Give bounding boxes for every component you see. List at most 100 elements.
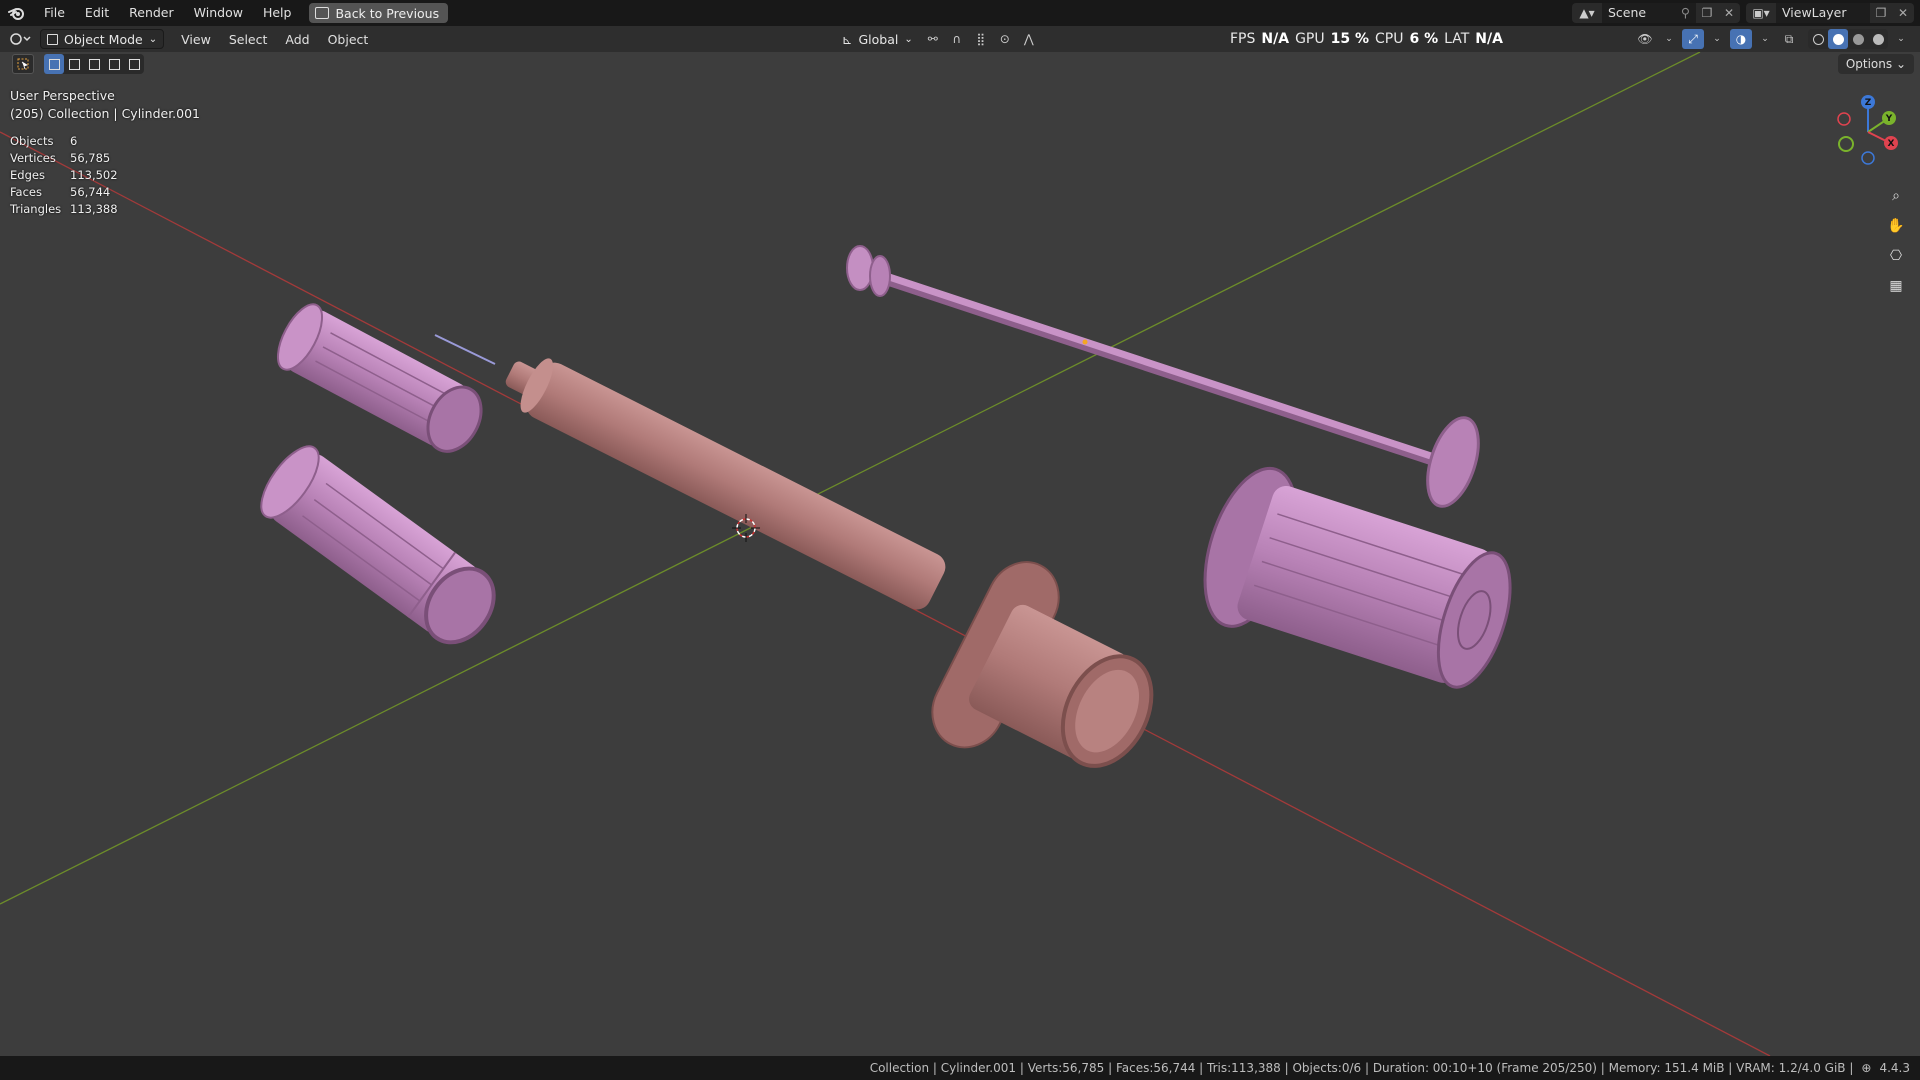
menu-render[interactable]: Render	[119, 0, 184, 26]
view-layer-selector[interactable]: ▣▾ ViewLayer ❐ ✕	[1746, 3, 1914, 23]
orientation-icon: ⊾	[842, 31, 853, 47]
grid-view-icon[interactable]: ▦	[1882, 272, 1910, 300]
cap-part-upper[interactable]	[269, 298, 493, 463]
new-scene-icon[interactable]: ❐	[1696, 3, 1718, 23]
screen-icon	[315, 7, 330, 19]
performance-overlay: FPS N/A GPU 15 % CPU 6 % LAT N/A	[1230, 26, 1503, 52]
cpu-label: CPU	[1375, 31, 1404, 47]
delete-view-layer-icon[interactable]: ✕	[1892, 3, 1914, 23]
viewport-info: User Perspective (205) Collection | Cyli…	[10, 87, 200, 123]
new-view-layer-icon[interactable]: ❐	[1870, 3, 1892, 23]
xray-toggle-icon[interactable]: ⧉	[1778, 29, 1800, 49]
view-layer-icon: ▣▾	[1752, 6, 1770, 20]
delete-scene-icon[interactable]: ✕	[1718, 3, 1740, 23]
zoom-icon[interactable]: ⌕	[1882, 182, 1910, 210]
shading-modes	[1808, 29, 1888, 49]
select-subtract-icon[interactable]	[84, 54, 104, 74]
visibility-icon[interactable]: 👁	[1634, 29, 1656, 49]
chevron-down-icon[interactable]: ⌄	[1754, 29, 1776, 49]
stat-value: 56,744	[70, 184, 111, 199]
stat-label: Triangles	[10, 201, 62, 216]
scene-selector[interactable]: ▲▾ Scene ⚲ ❐ ✕	[1572, 3, 1740, 23]
lat-value: N/A	[1475, 31, 1503, 47]
cap-part-lower[interactable]	[251, 437, 509, 657]
camera-view-icon[interactable]: ⎔	[1882, 242, 1910, 270]
menu-object[interactable]: Object	[319, 32, 378, 47]
gizmo-toggle-icon[interactable]: ⤢	[1682, 29, 1704, 49]
options-button[interactable]: Options ⌄	[1837, 54, 1914, 74]
material-shading-icon[interactable]	[1848, 29, 1868, 49]
back-to-previous-button[interactable]: Back to Previous	[309, 3, 449, 23]
select-intersect-icon[interactable]	[124, 54, 144, 74]
stat-label: Vertices	[10, 150, 56, 165]
select-extend-icon[interactable]	[64, 54, 84, 74]
lat-label: LAT	[1444, 31, 1470, 47]
stat-row: Edges 113,502	[10, 166, 118, 183]
pin-icon[interactable]: ⚲	[1681, 3, 1690, 23]
scene-canvas[interactable]	[0, 52, 1920, 1056]
menu-help[interactable]: Help	[253, 0, 302, 26]
select-invert-icon[interactable]	[104, 54, 124, 74]
stat-row: Vertices 56,785	[10, 149, 118, 166]
menu-select[interactable]: Select	[220, 32, 277, 47]
active-object-context: (205) Collection | Cylinder.001	[10, 106, 201, 121]
syringe-barrel[interactable]	[496, 345, 1187, 818]
pivot-point-icon[interactable]: ⚯	[923, 29, 943, 49]
select-new-icon[interactable]	[44, 54, 64, 74]
fps-value: N/A	[1261, 31, 1290, 47]
status-text: Collection | Cylinder.001 | Verts:56,785…	[869, 1061, 1854, 1075]
menu-view[interactable]: View	[172, 32, 220, 47]
stat-value: 113,388	[70, 201, 118, 216]
view-name: User Perspective	[10, 88, 115, 103]
pan-hand-icon[interactable]: ✋	[1882, 212, 1910, 240]
needle[interactable]	[434, 334, 496, 365]
snap-icon[interactable]: ∩	[947, 29, 967, 49]
mode-label: Object Mode	[64, 31, 143, 47]
blender-logo-icon[interactable]	[0, 0, 34, 26]
mode-select[interactable]: Object Mode ⌄	[40, 29, 165, 49]
cpu-value: 6 %	[1409, 31, 1439, 47]
chevron-down-icon[interactable]: ⌄	[1658, 29, 1680, 49]
plunger-rod[interactable]	[846, 245, 1488, 513]
navigation-gizmo[interactable]: Z Y X	[1828, 92, 1908, 172]
fps-label: FPS	[1230, 31, 1256, 47]
select-box-tool-icon[interactable]	[12, 54, 34, 74]
gizmo-z-label: Z	[1865, 98, 1872, 108]
menu-file[interactable]: File	[34, 0, 75, 26]
stat-label: Faces	[10, 184, 42, 199]
orientation-label: Global	[858, 31, 899, 47]
gizmo-y-label: Y	[1885, 114, 1893, 124]
rendered-shading-icon[interactable]	[1868, 29, 1888, 49]
chevron-down-icon: ⌄	[904, 33, 913, 45]
menu-edit[interactable]: Edit	[75, 0, 119, 26]
overlays-toggle-icon[interactable]: ◑	[1730, 29, 1752, 49]
snap-target-icon[interactable]: ⣿	[971, 29, 991, 49]
falloff-icon[interactable]: ⋀	[1019, 29, 1039, 49]
plunger-head[interactable]	[1187, 457, 1528, 707]
view-layer-name: ViewLayer	[1782, 5, 1847, 20]
editor-type-icon[interactable]	[0, 28, 40, 50]
stat-row: Faces 56,744	[10, 183, 118, 200]
orientation-select[interactable]: ⊾ Global ⌄	[836, 29, 919, 49]
viewport-header: Object Mode ⌄ View Select Add Object ⊾ G…	[0, 26, 1920, 52]
chevron-down-icon[interactable]: ⌄	[1706, 29, 1728, 49]
top-menu-bar: File Edit Render Window Help Back to Pre…	[0, 0, 1920, 26]
solid-shading-icon[interactable]	[1828, 29, 1848, 49]
chevron-down-icon: ⌄	[148, 33, 158, 45]
view-layer-field[interactable]: ViewLayer	[1776, 3, 1870, 23]
menu-add[interactable]: Add	[276, 32, 318, 47]
3d-viewport[interactable]: User Perspective (205) Collection | Cyli…	[0, 52, 1920, 1056]
scene-name-field[interactable]: Scene ⚲	[1602, 3, 1696, 23]
menu-window[interactable]: Window	[184, 0, 253, 26]
scene-name: Scene	[1608, 5, 1647, 20]
stat-value: 113,502	[70, 167, 118, 182]
object-mode-icon	[47, 33, 58, 45]
status-bar: Collection | Cylinder.001 | Verts:56,785…	[0, 1056, 1920, 1080]
stat-value: 6	[70, 133, 78, 148]
selection-mode-group	[44, 54, 144, 74]
proportional-edit-icon[interactable]: ⊙	[995, 29, 1015, 49]
wireframe-shading-icon[interactable]	[1808, 29, 1828, 49]
stat-value: 56,785	[70, 150, 111, 165]
gpu-label: GPU	[1295, 31, 1325, 47]
chevron-down-icon[interactable]: ⌄	[1890, 29, 1912, 49]
